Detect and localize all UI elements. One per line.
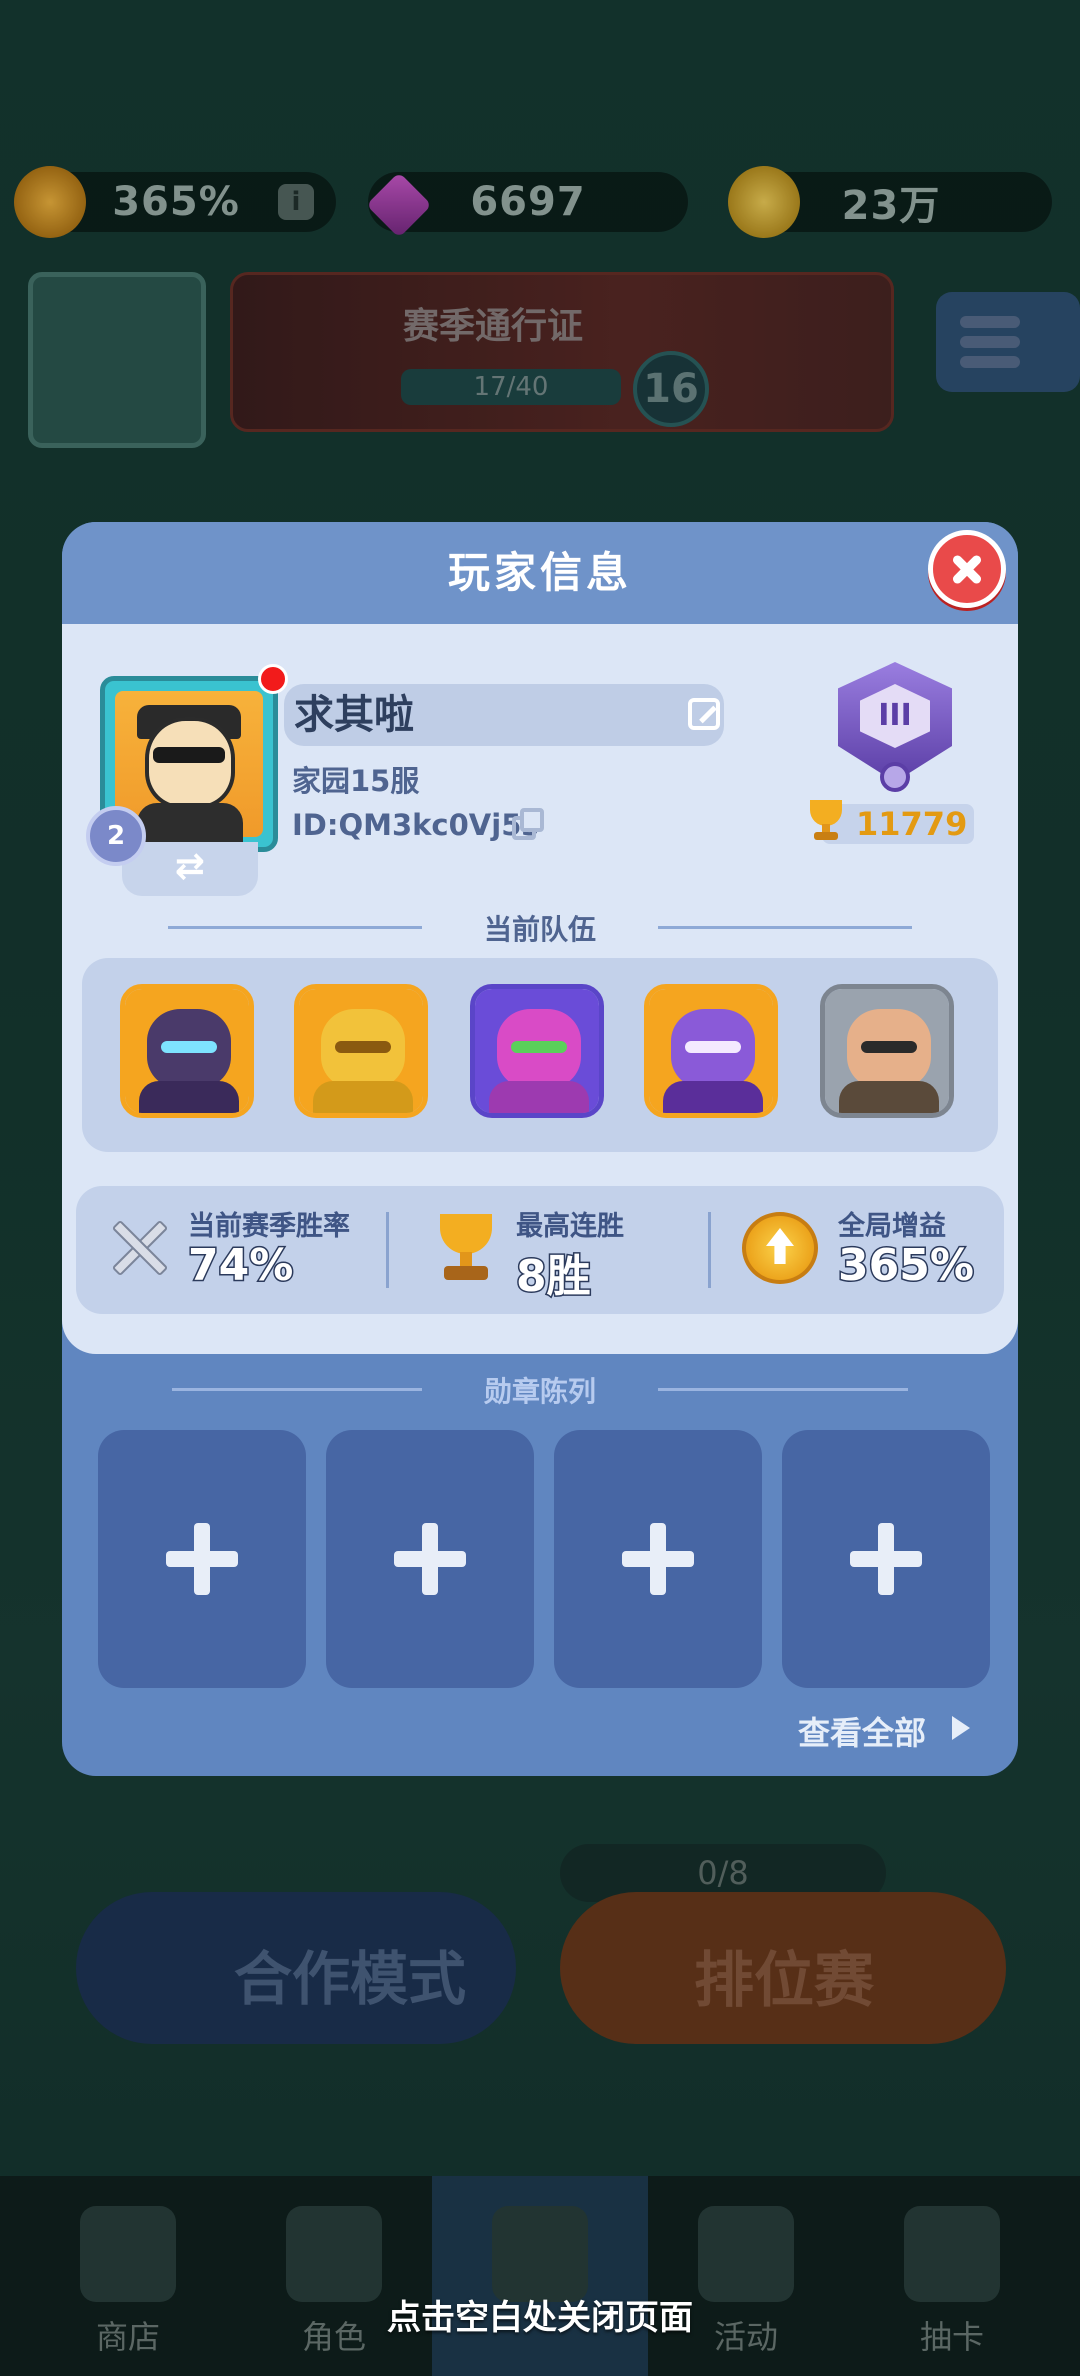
player-info-panel: ⇄ 2 求其啦 家园15服 ID:QM3kc0Vj5s III 11779 当前… [62, 624, 1018, 1354]
hero-5-eyes [861, 1041, 917, 1053]
trophy-icon [430, 1210, 502, 1286]
medal-slot-2[interactable] [326, 1430, 534, 1688]
close-hint: 点击空白处关闭页面 [387, 2298, 693, 2338]
crossed-swords-icon [104, 1212, 176, 1284]
hero-3-body [489, 1081, 589, 1113]
stat-win-streak: 最高连胜 8胜 [396, 1186, 696, 1314]
player-name-field[interactable]: 求其啦 [284, 684, 724, 746]
medal-slot-4[interactable] [782, 1430, 990, 1688]
notification-dot [258, 664, 288, 694]
hero-4-body [663, 1081, 763, 1113]
hero-5-body [839, 1081, 939, 1113]
stats-bar: 当前赛季胜率 74% 最高连胜 8胜 全局增益 365% [76, 1186, 1004, 1314]
divider [386, 1212, 389, 1288]
trophy-icon [804, 798, 848, 842]
medal-slot-1[interactable] [98, 1430, 306, 1688]
player-id: ID:QM3kc0Vj5s [292, 808, 539, 842]
medal-slot-3[interactable] [554, 1430, 762, 1688]
divider [708, 1212, 711, 1288]
hero-3-eyes [511, 1041, 567, 1053]
close-button[interactable] [928, 530, 1006, 608]
hero-2-body [313, 1081, 413, 1113]
hero-1-eyes [161, 1041, 217, 1053]
hero-2-eyes [335, 1041, 391, 1053]
divider [658, 1388, 908, 1391]
edit-icon[interactable] [688, 698, 720, 730]
stat-global-boost: 全局增益 365% [716, 1186, 1004, 1314]
stat-value: 8胜 [515, 1250, 593, 1304]
trophy-count: 11779 [856, 805, 968, 843]
copy-icon[interactable] [512, 808, 546, 842]
stat-label: 全局增益 [838, 1211, 946, 1242]
hero-slot-4[interactable] [644, 984, 778, 1118]
modal-title: 玩家信息 [447, 548, 632, 597]
hero-slot-2[interactable] [294, 984, 428, 1118]
stat-value: 74% [186, 1239, 294, 1293]
boost-icon [742, 1212, 818, 1284]
hero-slot-1[interactable] [120, 984, 254, 1118]
hero-slot-3[interactable] [470, 984, 604, 1118]
modal-header: 玩家信息 [62, 522, 1018, 624]
rank-badge: III [830, 662, 960, 802]
avatar-level-badge: 2 [86, 806, 146, 866]
team-lineup [82, 958, 998, 1152]
player-server: 家园15服 [292, 764, 420, 798]
divider [658, 926, 912, 929]
hero-slot-5[interactable] [820, 984, 954, 1118]
stat-value: 365% [837, 1239, 976, 1293]
chevron-right-icon[interactable] [952, 1716, 970, 1740]
player-name: 求其啦 [294, 692, 414, 738]
stat-label: 当前赛季胜率 [188, 1211, 350, 1242]
stat-win-rate: 当前赛季胜率 74% [76, 1186, 386, 1314]
player-info-modal: 玩家信息 ⇄ 2 求其啦 家园15服 ID:QM3kc0Vj5s III 117… [62, 522, 1018, 1776]
hero-4-eyes [685, 1041, 741, 1053]
stat-label: 最高连胜 [516, 1211, 624, 1242]
hero-1-body [139, 1081, 239, 1113]
view-all-link[interactable]: 查看全部 [798, 1708, 926, 1754]
